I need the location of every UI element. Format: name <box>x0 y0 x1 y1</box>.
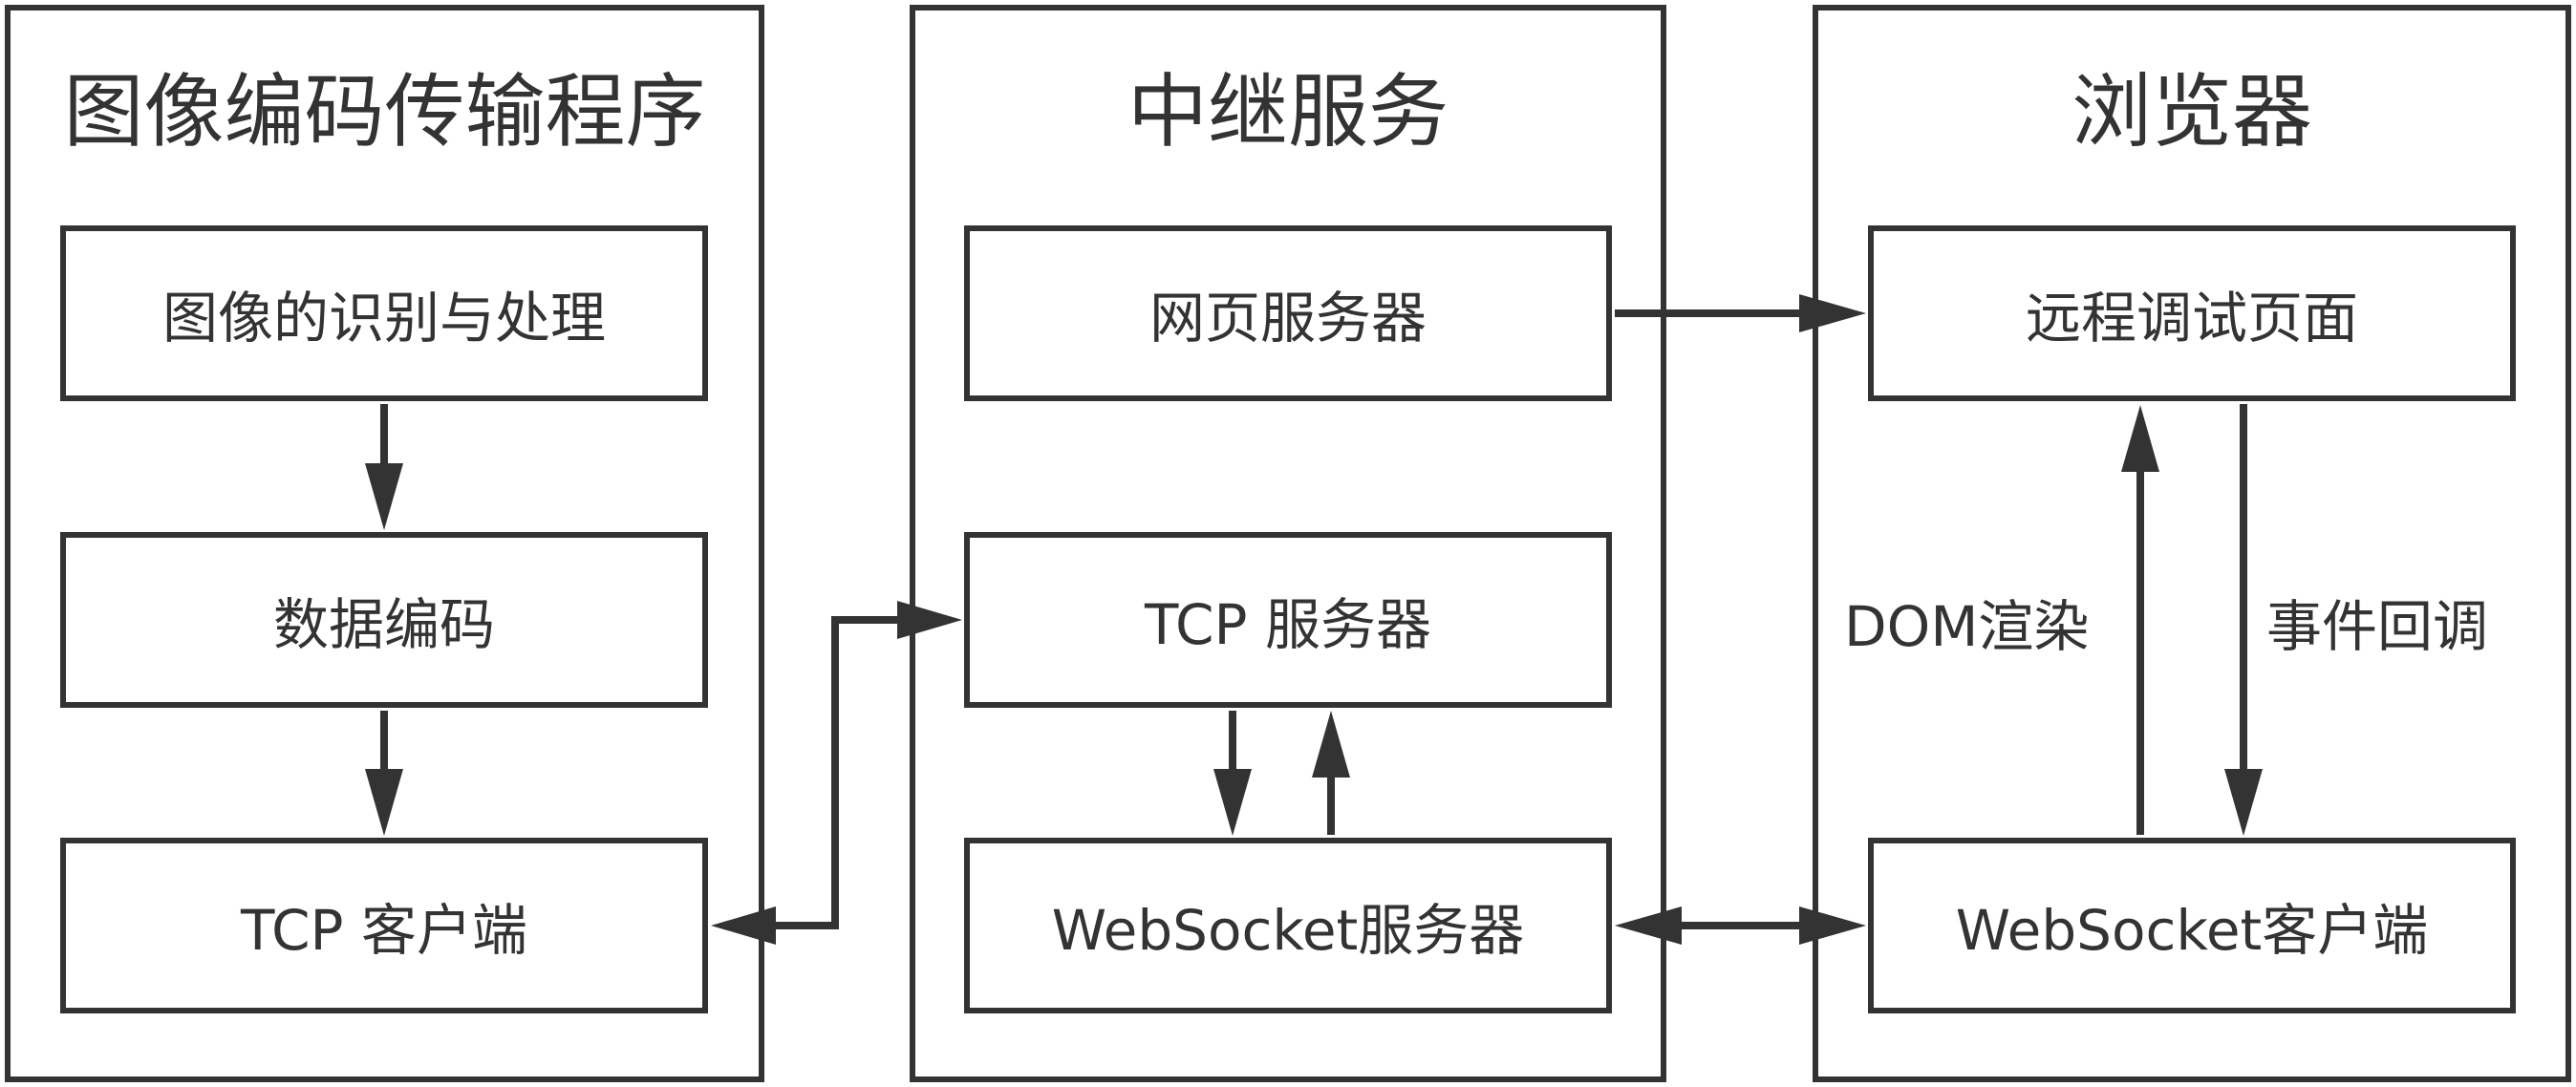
edge-label-dom-render: DOM渲染 <box>1844 594 2090 659</box>
node-remote-debug-page: 远程调试页面 <box>1868 225 2516 401</box>
node-websocket-server: WebSocket服务器 <box>964 838 1612 1013</box>
node-label-tcp-server: TCP 服务器 <box>1145 592 1431 657</box>
panel-title-browser: 浏览器 <box>2071 65 2312 159</box>
node-web-server: 网页服务器 <box>964 225 1612 401</box>
node-tcp-server: TCP 服务器 <box>964 532 1612 708</box>
node-label-data-encoding: 数据编码 <box>272 592 495 657</box>
node-data-encoding: 数据编码 <box>60 532 708 708</box>
panel-title-encoder: 图像编码传输程序 <box>63 65 706 159</box>
node-label-websocket-server: WebSocket服务器 <box>1051 898 1525 963</box>
node-websocket-client: WebSocket客户端 <box>1868 838 2516 1013</box>
edge-label-event-callback: 事件回调 <box>2266 594 2489 659</box>
node-label-tcp-client: TCP 客户端 <box>241 898 527 963</box>
node-tcp-client: TCP 客户端 <box>60 838 708 1013</box>
panel-title-relay: 中继服务 <box>1127 65 1449 159</box>
node-image-processing: 图像的识别与处理 <box>60 225 708 401</box>
node-label-web-server: 网页服务器 <box>1148 286 1427 351</box>
arrow-tcp-client-tcp-server <box>764 616 908 929</box>
node-label-websocket-client: WebSocket客户端 <box>1955 898 2429 963</box>
node-label-remote-debug-page: 远程调试页面 <box>2025 286 2358 351</box>
node-label-image-processing: 图像的识别与处理 <box>161 286 606 351</box>
